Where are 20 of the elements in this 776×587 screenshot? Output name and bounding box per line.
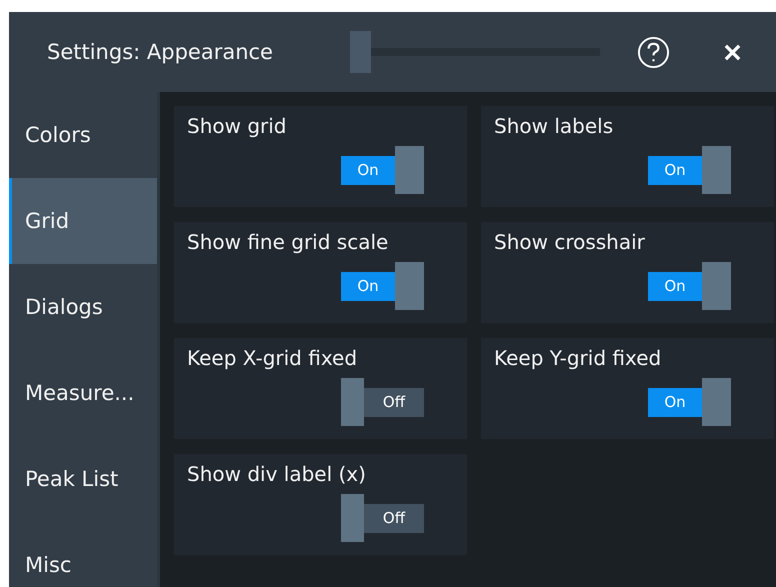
transparency-slider[interactable] xyxy=(350,31,600,73)
toggle-switch[interactable]: Off xyxy=(341,378,424,426)
sidebar-tab[interactable]: Measure... xyxy=(9,350,157,436)
setting-label: Show grid xyxy=(187,114,288,138)
close-icon[interactable] xyxy=(723,42,742,62)
toggle-switch[interactable]: Off xyxy=(341,494,424,542)
help-icon[interactable] xyxy=(637,36,670,68)
sidebar-tab[interactable]: Dialogs xyxy=(9,264,157,350)
slider-thumb[interactable] xyxy=(350,31,371,73)
window-title: Settings: Appearance xyxy=(47,40,274,64)
sidebar-tab[interactable]: Misc xyxy=(9,522,157,587)
setting-label: Show crosshair xyxy=(494,230,646,254)
sidebar-tab[interactable]: Peak List xyxy=(9,436,157,522)
sidebar-tab[interactable]: Grid xyxy=(9,178,157,264)
sidebar-tab[interactable]: Colors xyxy=(9,92,157,178)
setting-label: Keep X-grid fixed xyxy=(187,346,358,370)
setting-label: Show div label (x) xyxy=(187,462,367,486)
setting-label: Show labels xyxy=(494,114,614,138)
setting-label: Show fine grid scale xyxy=(187,230,390,254)
setting-label: Keep Y-grid fixed xyxy=(494,346,662,370)
